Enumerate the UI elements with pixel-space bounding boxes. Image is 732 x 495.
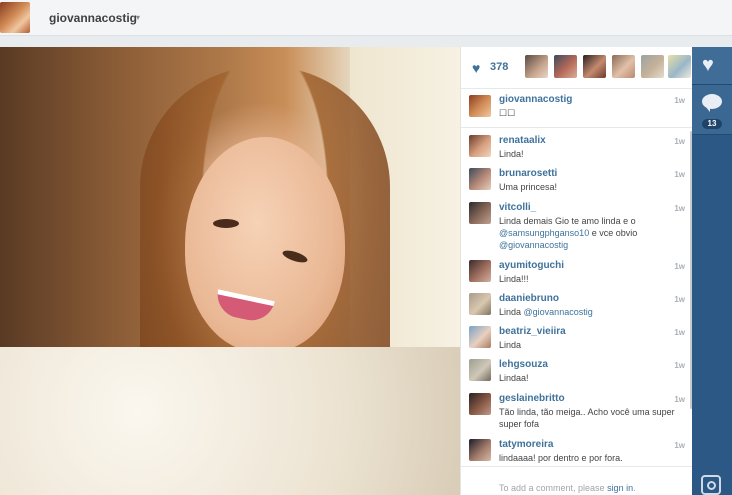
post-caption: giovannacostig ☐☐ 1w bbox=[461, 89, 693, 128]
comment-text: lindaaaa! por dentro e por fora. bbox=[499, 453, 623, 463]
avatar[interactable] bbox=[469, 293, 491, 315]
caption-username[interactable]: giovannacostig bbox=[499, 94, 572, 105]
avatar[interactable] bbox=[469, 95, 491, 117]
caption-time: 1w bbox=[674, 96, 685, 105]
photo-eye-left bbox=[213, 219, 239, 228]
liker-avatar[interactable] bbox=[641, 55, 664, 78]
speech-bubble-tail bbox=[705, 106, 710, 112]
top-bar: giovannacostig ▾ bbox=[0, 0, 732, 36]
heart-icon: ♥ bbox=[702, 54, 714, 76]
comment-text-part: e vce obvio bbox=[589, 228, 638, 238]
profile-username[interactable]: giovannacostig bbox=[49, 11, 137, 25]
comment-text-part: Linda bbox=[499, 307, 524, 317]
photo-face bbox=[185, 137, 345, 352]
likes-bar: ♥ 378 bbox=[461, 47, 693, 89]
comment-time: 1w bbox=[674, 395, 685, 404]
mention-link[interactable]: @giovannacostig bbox=[499, 240, 568, 250]
chevron-down-icon[interactable]: ▾ bbox=[136, 13, 140, 22]
comment-username[interactable]: vitcolli_ bbox=[499, 202, 536, 213]
mention-link[interactable]: @giovannacostig bbox=[524, 307, 593, 317]
comment-text: Linda!!! bbox=[499, 274, 529, 284]
sign-in-link[interactable]: sign in bbox=[607, 483, 633, 493]
comment-username[interactable]: tatymoreira bbox=[499, 439, 553, 450]
comment-time: 1w bbox=[674, 137, 685, 146]
comment-username[interactable]: daaniebruno bbox=[499, 293, 559, 304]
comment-username[interactable]: geslainebritto bbox=[499, 393, 565, 404]
like-button[interactable]: ♥ bbox=[692, 47, 732, 85]
camera-lens bbox=[707, 481, 716, 490]
comment-text: Tão linda, tão meiga.. Acho você uma sup… bbox=[499, 407, 675, 429]
comment-time: 1w bbox=[674, 295, 685, 304]
comment-count-badge: 13 bbox=[702, 119, 722, 129]
instagram-camera-icon[interactable] bbox=[701, 475, 721, 495]
avatar[interactable] bbox=[469, 202, 491, 224]
comment-text: Linda! bbox=[499, 149, 524, 159]
comment-time: 1w bbox=[674, 328, 685, 337]
comment-list[interactable]: renataalix 1w Linda! brunarosetti 1w Uma… bbox=[461, 129, 693, 465]
comment-text: Lindaa! bbox=[499, 373, 529, 383]
avatar[interactable] bbox=[469, 359, 491, 381]
comment-text: Linda @giovannacostig bbox=[499, 306, 679, 318]
mention-link[interactable]: @samsungphganso10 bbox=[499, 228, 589, 238]
likes-count[interactable]: 378 bbox=[490, 61, 508, 73]
action-sidebar: ♥ 13 bbox=[692, 47, 732, 495]
avatar[interactable] bbox=[469, 135, 491, 157]
avatar[interactable] bbox=[469, 393, 491, 415]
post-side-panel: ♥ 378 giovannacostig ☐☐ 1w renataalix 1w… bbox=[460, 47, 693, 495]
add-comment-area: To add a comment, please sign in. bbox=[461, 466, 693, 495]
comment-time: 1w bbox=[674, 262, 685, 271]
comment-text-part: Linda demais Gio te amo linda e o bbox=[499, 216, 636, 226]
avatar[interactable] bbox=[469, 326, 491, 348]
liker-avatar[interactable] bbox=[583, 55, 606, 78]
liker-avatar[interactable] bbox=[668, 55, 691, 78]
comment-time: 1w bbox=[674, 170, 685, 179]
post-photo[interactable] bbox=[0, 47, 460, 495]
avatar[interactable] bbox=[469, 439, 491, 461]
comment-text: Uma princesa! bbox=[499, 182, 558, 192]
comment-button[interactable]: 13 bbox=[692, 85, 732, 135]
profile-avatar[interactable] bbox=[0, 2, 30, 33]
comment-text: Linda demais Gio te amo linda e o @samsu… bbox=[499, 215, 679, 251]
comment-time: 1w bbox=[674, 204, 685, 213]
liker-avatar[interactable] bbox=[554, 55, 577, 78]
comment-text: Linda bbox=[499, 340, 522, 350]
add-comment-prompt: To add a comment, please sign in. bbox=[499, 483, 636, 493]
add-comment-text: To add a comment, please bbox=[499, 483, 608, 493]
comment-username[interactable]: lehgsouza bbox=[499, 359, 548, 370]
caption-text: ☐☐ bbox=[499, 108, 516, 118]
heart-icon: ♥ bbox=[472, 60, 481, 76]
photo-shirt bbox=[0, 347, 460, 495]
comment-username[interactable]: beatriz_vieiira bbox=[499, 326, 566, 337]
liker-avatar[interactable] bbox=[612, 55, 635, 78]
comment-username[interactable]: ayumitoguchi bbox=[499, 260, 564, 271]
comment-username[interactable]: renataalix bbox=[499, 135, 546, 146]
comment-username[interactable]: brunarosetti bbox=[499, 168, 557, 179]
avatar[interactable] bbox=[469, 168, 491, 190]
liker-avatar[interactable] bbox=[525, 55, 548, 78]
avatar[interactable] bbox=[469, 260, 491, 282]
comment-time: 1w bbox=[674, 441, 685, 450]
add-comment-end: . bbox=[633, 483, 636, 493]
comment-time: 1w bbox=[674, 361, 685, 370]
